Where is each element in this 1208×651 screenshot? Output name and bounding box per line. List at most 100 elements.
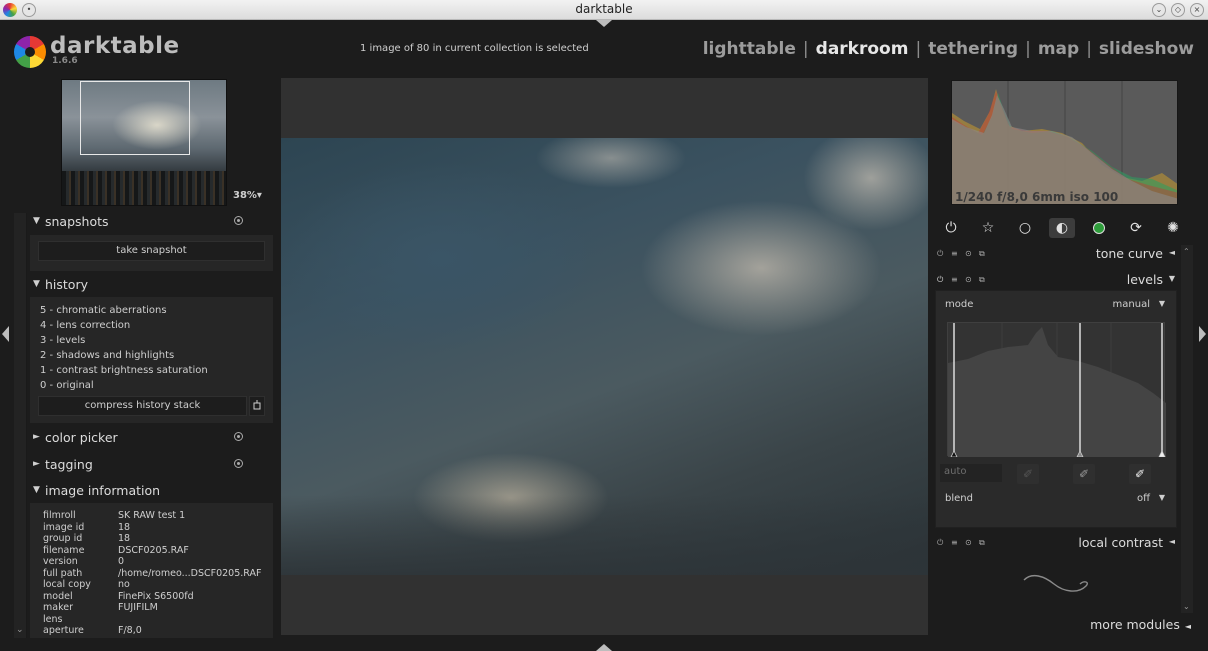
expanded-triangle-icon: ▼ [33,216,40,226]
multi-instance-icon[interactable]: ≡ [951,538,958,547]
collapsed-triangle-icon: ► [33,432,40,442]
histogram[interactable] [951,80,1178,205]
view-slideshow[interactable]: slideshow [1099,39,1194,59]
presets-icon[interactable] [234,432,243,441]
info-value: SK RAW test 1 [118,510,186,521]
multi-instance-icon[interactable]: ≡ [951,275,958,284]
create-style-button[interactable] [249,396,265,416]
darkroom-center-view[interactable] [281,78,928,635]
correct-icon[interactable]: ⟳ [1123,218,1149,238]
collapse-right-panel-icon[interactable] [1199,326,1206,342]
more-modules-button[interactable]: more modules ◄ [1090,617,1191,632]
style-icon [253,400,261,410]
levels-header[interactable]: ⏻ ≡ ⊙ ⧉ levels ▼ [935,269,1177,291]
circle-outline-icon[interactable]: ○ [1012,218,1038,238]
collapsed-arrow-icon: ◄ [1168,537,1175,546]
presets-icon[interactable] [234,216,243,225]
module-enable-icon[interactable]: ⏻ [937,538,943,548]
mode-dropdown[interactable]: manual [1113,299,1150,310]
presets-icon[interactable]: ⧉ [979,275,985,285]
scroll-up-icon[interactable]: ⌃ [1183,247,1190,256]
info-label: group id [43,533,83,544]
reset-icon[interactable]: ⊙ [965,538,972,547]
view-lighttable[interactable]: lighttable [703,39,796,59]
collapsed-arrow-icon: ◄ [1168,248,1175,257]
view-tethering[interactable]: tethering [928,39,1018,59]
compress-history-button[interactable]: compress history stack [38,396,247,416]
info-value: DSCF0205.RAF [118,544,189,556]
take-snapshot-button[interactable]: take snapshot [38,241,265,261]
maximize-icon[interactable]: ◇ [1171,3,1185,17]
color-circle-icon[interactable] [1086,218,1112,238]
app-version: 1.6.6 [52,56,78,66]
mode-label: mode [945,299,974,310]
image-information-header[interactable]: ▼ image information [30,480,273,502]
gray-point-picker-icon[interactable]: ✐ [1073,464,1095,484]
blend-label: blend [945,493,973,504]
snapshots-body: take snapshot [30,235,273,271]
tagging-title: tagging [45,457,93,472]
module-enable-icon[interactable]: ⏻ [937,275,943,285]
left-panel-scrollbar[interactable]: ⌄ [14,213,27,638]
levels-graph[interactable] [947,322,1166,458]
power-icon[interactable]: ⏻ [938,218,964,238]
info-label: maker [43,602,73,613]
end-of-modules-ornament-icon [1023,574,1088,592]
zoom-level-dropdown[interactable]: 38%▾ [233,190,262,201]
close-icon[interactable]: × [1190,3,1204,17]
scroll-down-icon[interactable]: ⌄ [1183,602,1190,611]
tagging-header[interactable]: ► tagging [30,454,273,476]
presets-icon[interactable] [234,459,243,468]
edited-photo[interactable] [281,138,928,575]
tone-curve-header[interactable]: ⏻ ≡ ⊙ ⧉ tone curve ◄ [935,243,1177,265]
info-value: 0 [118,556,125,567]
view-darkroom[interactable]: darkroom [816,39,909,59]
view-separator: | [802,39,809,59]
snapshots-header[interactable]: ▼ snapshots [30,211,273,233]
module-enable-icon[interactable]: ⏻ [937,249,943,259]
scroll-down-icon[interactable]: ⌄ [16,625,24,635]
history-item[interactable]: 0 - original [40,380,94,391]
collapse-top-panel-icon[interactable] [596,20,612,27]
right-panel-scrollbar[interactable]: ⌃ ⌄ [1181,245,1193,613]
info-label: filmroll [43,510,76,521]
blend-dropdown[interactable]: off [1137,493,1150,504]
levels-histogram [948,323,1166,458]
info-label: version [43,556,78,567]
presets-icon[interactable]: ⧉ [979,538,985,548]
presets-icon[interactable]: ⧉ [979,249,985,259]
image-information-title: image information [45,483,161,498]
history-item[interactable]: 3 - levels [40,335,85,346]
collapsed-arrow-icon: ◄ [1184,622,1191,631]
info-value: FUJIFILM [118,602,158,613]
reset-icon[interactable]: ⊙ [965,249,972,258]
color-picker-header[interactable]: ► color picker [30,427,273,449]
expanded-triangle-icon: ▼ [33,485,40,495]
effect-icon[interactable]: ✺ [1160,218,1186,238]
collapse-left-panel-icon[interactable] [2,326,9,342]
navigator-thumbnail[interactable] [61,79,227,206]
white-point-picker-icon[interactable]: ✐ [1129,464,1151,484]
auto-button[interactable]: auto [940,464,1002,482]
black-point-picker-icon[interactable]: ✐ [1017,464,1039,484]
history-item[interactable]: 4 - lens correction [40,320,130,331]
view-separator: | [1086,39,1092,59]
info-label: filename [43,544,85,556]
multi-instance-icon[interactable]: ≡ [951,249,958,258]
history-item[interactable]: 2 - shadows and highlights [40,350,174,361]
expanded-arrow-icon: ▼ [1168,274,1175,283]
reset-icon[interactable]: ⊙ [965,275,972,284]
collapse-bottom-panel-icon[interactable] [596,644,612,651]
half-circle-icon[interactable]: ◐ [1049,218,1075,238]
local-contrast-header[interactable]: ⏻ ≡ ⊙ ⧉ local contrast ◄ [935,532,1177,554]
view-map[interactable]: map [1038,39,1079,59]
history-item[interactable]: 5 - chromatic aberrations [40,305,167,316]
minimize-icon[interactable]: ⌄ [1152,3,1166,17]
star-icon[interactable]: ☆ [975,218,1001,238]
info-value: F/8,0 [118,625,142,636]
history-item[interactable]: 1 - contrast brightness saturation [40,365,208,376]
navigator-viewport-box[interactable] [80,81,190,155]
history-header[interactable]: ▼ history [30,274,273,296]
levels-title: levels [1126,272,1163,287]
histogram-exif-summary: 1/240 f/8,0 6mm iso 100 [955,190,1119,204]
